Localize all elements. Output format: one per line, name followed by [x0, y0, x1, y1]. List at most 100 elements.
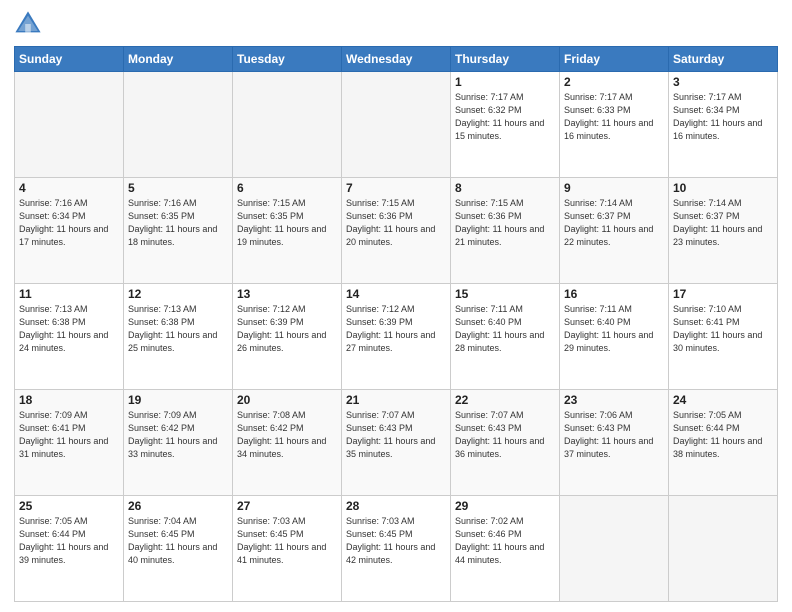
day-number: 19: [128, 393, 228, 407]
calendar-cell: 15Sunrise: 7:11 AM Sunset: 6:40 PM Dayli…: [451, 284, 560, 390]
calendar-cell: [233, 72, 342, 178]
calendar-cell: 19 Sunrise: 7:09 AM Sunset: 6:42 PM Dayli…: [124, 390, 233, 496]
day-info: Sunrise: 7:16 AM Sunset: 6:34 PM Dayligh…: [19, 197, 119, 249]
day-info: Sunrise: 7:07 AM Sunset: 6:43 PM Dayligh…: [455, 409, 555, 461]
calendar-cell: 10 Sunrise: 7:14 AM Sunset: 6:37 PM Dayli…: [669, 178, 778, 284]
day-number: 7: [346, 181, 446, 195]
day-info: Sunrise: 7:12 AM Sunset: 6:39 PM Dayligh…: [346, 303, 446, 355]
week-row-5: 25 Sunrise: 7:05 AM Sunset: 6:44 PM Dayli…: [15, 496, 778, 602]
weekday-header-monday: Monday: [124, 47, 233, 72]
calendar-cell: [124, 72, 233, 178]
day-number: 28: [346, 499, 446, 513]
week-row-2: 4 Sunrise: 7:16 AM Sunset: 6:34 PM Daylig…: [15, 178, 778, 284]
day-number: 2: [564, 75, 664, 89]
weekday-header-row: SundayMondayTuesdayWednesdayThursdayFrid…: [15, 47, 778, 72]
day-number: 17: [673, 287, 773, 301]
day-number: 16: [564, 287, 664, 301]
day-number: 5: [128, 181, 228, 195]
calendar-cell: 2 Sunrise: 7:17 AM Sunset: 6:33 PM Daylig…: [560, 72, 669, 178]
calendar-cell: 6 Sunrise: 7:15 AM Sunset: 6:35 PM Daylig…: [233, 178, 342, 284]
calendar-cell: 7Sunrise: 7:15 AM Sunset: 6:36 PM Daylig…: [342, 178, 451, 284]
day-number: 24: [673, 393, 773, 407]
calendar-cell: 26 Sunrise: 7:04 AM Sunset: 6:45 PM Dayli…: [124, 496, 233, 602]
day-info: Sunrise: 7:17 AM Sunset: 6:32 PM Dayligh…: [455, 91, 555, 143]
day-info: Sunrise: 7:07 AM Sunset: 6:43 PM Dayligh…: [346, 409, 446, 461]
day-info: Sunrise: 7:17 AM Sunset: 6:34 PM Dayligh…: [673, 91, 773, 143]
day-info: Sunrise: 7:17 AM Sunset: 6:33 PM Dayligh…: [564, 91, 664, 143]
calendar-cell: [669, 496, 778, 602]
logo-icon: [14, 10, 42, 38]
day-info: Sunrise: 7:06 AM Sunset: 6:43 PM Dayligh…: [564, 409, 664, 461]
calendar-cell: 24 Sunrise: 7:05 AM Sunset: 6:44 PM Dayli…: [669, 390, 778, 496]
day-info: Sunrise: 7:09 AM Sunset: 6:41 PM Dayligh…: [19, 409, 119, 461]
calendar-cell: 5 Sunrise: 7:16 AM Sunset: 6:35 PM Daylig…: [124, 178, 233, 284]
day-number: 22: [455, 393, 555, 407]
day-number: 29: [455, 499, 555, 513]
day-info: Sunrise: 7:16 AM Sunset: 6:35 PM Dayligh…: [128, 197, 228, 249]
calendar-cell: 27 Sunrise: 7:03 AM Sunset: 6:45 PM Dayli…: [233, 496, 342, 602]
day-number: 18: [19, 393, 119, 407]
day-number: 10: [673, 181, 773, 195]
day-number: 11: [19, 287, 119, 301]
day-number: 21: [346, 393, 446, 407]
calendar-cell: 9Sunrise: 7:14 AM Sunset: 6:37 PM Daylig…: [560, 178, 669, 284]
day-info: Sunrise: 7:11 AM Sunset: 6:40 PM Dayligh…: [564, 303, 664, 355]
day-info: Sunrise: 7:09 AM Sunset: 6:42 PM Dayligh…: [128, 409, 228, 461]
calendar-cell: 20Sunrise: 7:08 AM Sunset: 6:42 PM Dayli…: [233, 390, 342, 496]
day-info: Sunrise: 7:12 AM Sunset: 6:39 PM Dayligh…: [237, 303, 337, 355]
day-number: 26: [128, 499, 228, 513]
day-info: Sunrise: 7:13 AM Sunset: 6:38 PM Dayligh…: [128, 303, 228, 355]
calendar-cell: 14 Sunrise: 7:12 AM Sunset: 6:39 PM Dayli…: [342, 284, 451, 390]
calendar-table: SundayMondayTuesdayWednesdayThursdayFrid…: [14, 46, 778, 602]
day-number: 1: [455, 75, 555, 89]
weekday-header-saturday: Saturday: [669, 47, 778, 72]
calendar-cell: 28 Sunrise: 7:03 AM Sunset: 6:45 PM Dayli…: [342, 496, 451, 602]
day-number: 15: [455, 287, 555, 301]
day-number: 13: [237, 287, 337, 301]
weekday-header-tuesday: Tuesday: [233, 47, 342, 72]
day-info: Sunrise: 7:03 AM Sunset: 6:45 PM Dayligh…: [237, 515, 337, 567]
day-info: Sunrise: 7:03 AM Sunset: 6:45 PM Dayligh…: [346, 515, 446, 567]
day-number: 4: [19, 181, 119, 195]
calendar-cell: 12 Sunrise: 7:13 AM Sunset: 6:38 PM Dayli…: [124, 284, 233, 390]
calendar-cell: 1 Sunrise: 7:17 AM Sunset: 6:32 PM Daylig…: [451, 72, 560, 178]
day-info: Sunrise: 7:15 AM Sunset: 6:36 PM Dayligh…: [455, 197, 555, 249]
calendar-cell: 16 Sunrise: 7:11 AM Sunset: 6:40 PM Dayli…: [560, 284, 669, 390]
calendar-cell: 13 Sunrise: 7:12 AM Sunset: 6:39 PM Dayli…: [233, 284, 342, 390]
calendar-cell: 11 Sunrise: 7:13 AM Sunset: 6:38 PM Dayli…: [15, 284, 124, 390]
day-info: Sunrise: 7:13 AM Sunset: 6:38 PM Dayligh…: [19, 303, 119, 355]
day-info: Sunrise: 7:15 AM Sunset: 6:35 PM Dayligh…: [237, 197, 337, 249]
day-info: Sunrise: 7:05 AM Sunset: 6:44 PM Dayligh…: [19, 515, 119, 567]
calendar-cell: 22 Sunrise: 7:07 AM Sunset: 6:43 PM Dayli…: [451, 390, 560, 496]
calendar-cell: [15, 72, 124, 178]
calendar-cell: 25 Sunrise: 7:05 AM Sunset: 6:44 PM Dayli…: [15, 496, 124, 602]
week-row-4: 18 Sunrise: 7:09 AM Sunset: 6:41 PM Dayli…: [15, 390, 778, 496]
calendar-cell: 29 Sunrise: 7:02 AM Sunset: 6:46 PM Dayli…: [451, 496, 560, 602]
logo: [14, 10, 46, 38]
day-info: Sunrise: 7:10 AM Sunset: 6:41 PM Dayligh…: [673, 303, 773, 355]
day-number: 14: [346, 287, 446, 301]
day-number: 25: [19, 499, 119, 513]
calendar-cell: 23 Sunrise: 7:06 AM Sunset: 6:43 PM Dayli…: [560, 390, 669, 496]
day-number: 27: [237, 499, 337, 513]
day-number: 23: [564, 393, 664, 407]
weekday-header-wednesday: Wednesday: [342, 47, 451, 72]
calendar-cell: 8 Sunrise: 7:15 AM Sunset: 6:36 PM Daylig…: [451, 178, 560, 284]
page: SundayMondayTuesdayWednesdayThursdayFrid…: [0, 0, 792, 612]
week-row-3: 11 Sunrise: 7:13 AM Sunset: 6:38 PM Dayli…: [15, 284, 778, 390]
weekday-header-friday: Friday: [560, 47, 669, 72]
day-number: 20: [237, 393, 337, 407]
day-info: Sunrise: 7:02 AM Sunset: 6:46 PM Dayligh…: [455, 515, 555, 567]
calendar-cell: 4 Sunrise: 7:16 AM Sunset: 6:34 PM Daylig…: [15, 178, 124, 284]
day-number: 8: [455, 181, 555, 195]
day-info: Sunrise: 7:04 AM Sunset: 6:45 PM Dayligh…: [128, 515, 228, 567]
day-info: Sunrise: 7:14 AM Sunset: 6:37 PM Dayligh…: [564, 197, 664, 249]
calendar-cell: 18 Sunrise: 7:09 AM Sunset: 6:41 PM Dayli…: [15, 390, 124, 496]
week-row-1: 1 Sunrise: 7:17 AM Sunset: 6:32 PM Daylig…: [15, 72, 778, 178]
day-info: Sunrise: 7:05 AM Sunset: 6:44 PM Dayligh…: [673, 409, 773, 461]
day-number: 12: [128, 287, 228, 301]
day-number: 6: [237, 181, 337, 195]
day-info: Sunrise: 7:14 AM Sunset: 6:37 PM Dayligh…: [673, 197, 773, 249]
calendar-cell: 21 Sunrise: 7:07 AM Sunset: 6:43 PM Dayli…: [342, 390, 451, 496]
day-number: 3: [673, 75, 773, 89]
